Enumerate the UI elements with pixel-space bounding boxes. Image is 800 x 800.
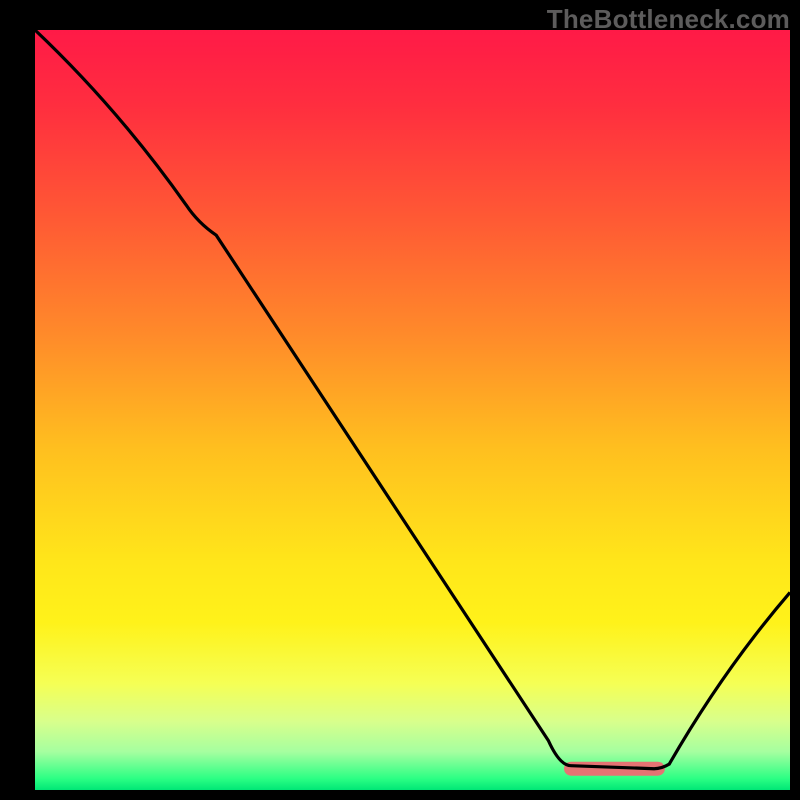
chart-svg: [0, 0, 800, 800]
plot-background: [35, 30, 790, 790]
chart-root: TheBottleneck.com: [0, 0, 800, 800]
